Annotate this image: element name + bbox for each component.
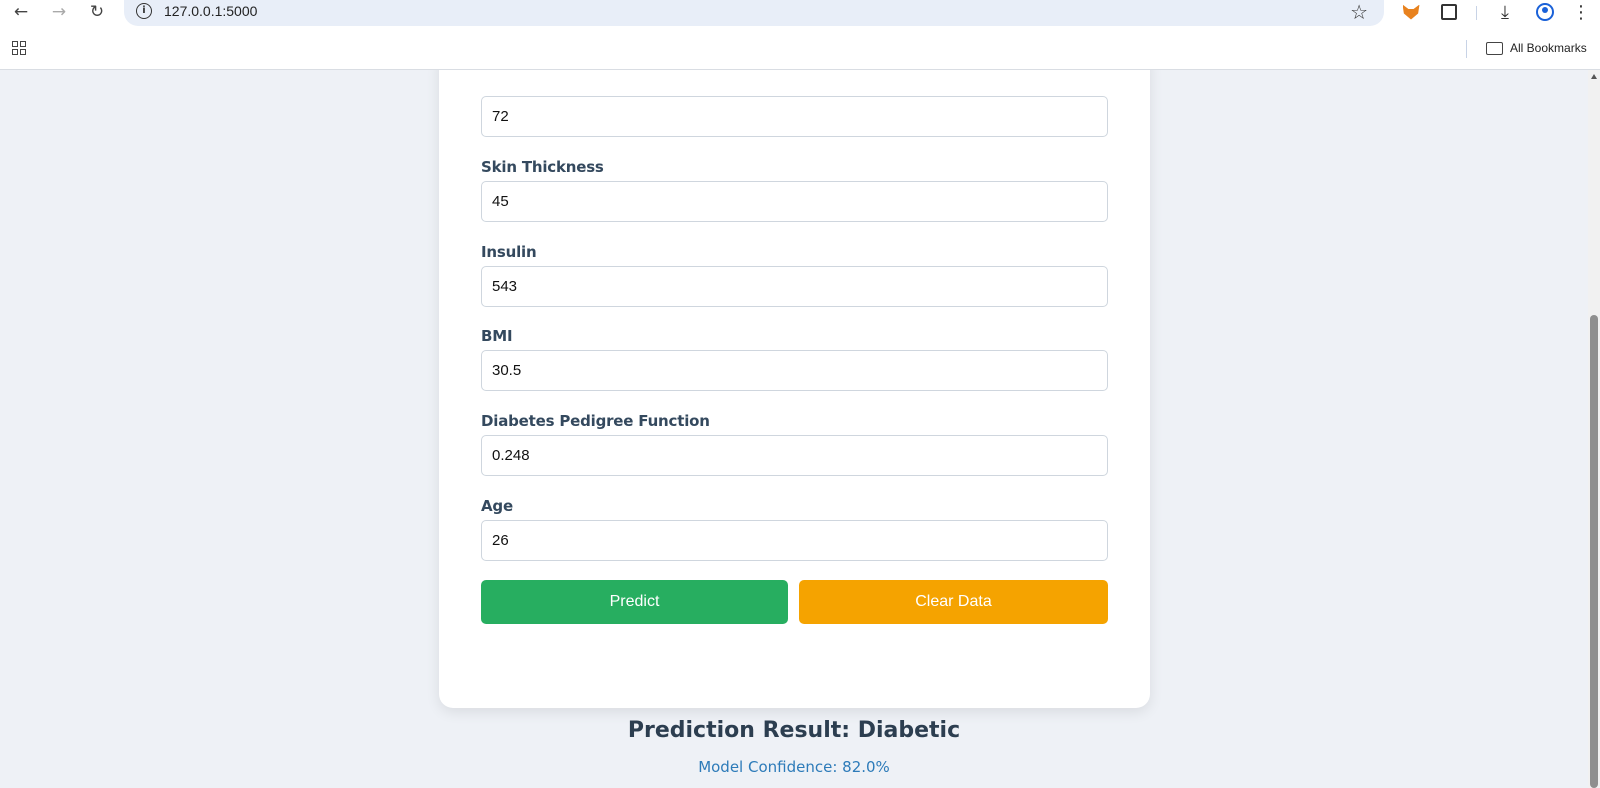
skin-thickness-input[interactable] xyxy=(481,181,1108,222)
prediction-form-card: Skin Thickness Insulin BMI Diabetes Pedi… xyxy=(439,70,1150,708)
all-bookmarks-link[interactable]: All Bookmarks xyxy=(1510,41,1587,55)
reload-icon[interactable]: ↻ xyxy=(84,0,110,24)
download-icon[interactable]: ⤓ xyxy=(1492,0,1518,24)
bmi-label: BMI xyxy=(481,327,513,345)
scrollbar-thumb[interactable] xyxy=(1590,315,1598,788)
bookmarks-bar: All Bookmarks xyxy=(0,26,1600,70)
diabetes-pedigree-label: Diabetes Pedigree Function xyxy=(481,412,710,430)
clear-data-button[interactable]: Clear Data xyxy=(799,580,1108,624)
folder-icon[interactable] xyxy=(1486,42,1503,55)
toolbar-divider xyxy=(1476,6,1477,20)
browser-toolbar: ← → ↻ i 127.0.0.1:5000 ☆ ⤓ ⋮ xyxy=(0,0,1600,26)
info-icon[interactable]: i xyxy=(136,3,152,19)
diabetes-pedigree-input[interactable] xyxy=(481,435,1108,476)
menu-icon[interactable]: ⋮ xyxy=(1568,0,1594,24)
page-scrollbar[interactable] xyxy=(1588,70,1600,788)
profile-icon[interactable] xyxy=(1532,0,1558,24)
url-text[interactable]: 127.0.0.1:5000 xyxy=(164,3,257,19)
address-bar[interactable]: i 127.0.0.1:5000 ☆ xyxy=(124,0,1384,26)
star-icon[interactable]: ☆ xyxy=(1350,0,1368,24)
blood-pressure-input[interactable] xyxy=(481,96,1108,137)
predict-button[interactable]: Predict xyxy=(481,580,788,624)
age-input[interactable] xyxy=(481,520,1108,561)
apps-icon[interactable] xyxy=(12,41,26,55)
age-label: Age xyxy=(481,497,513,515)
scroll-up-icon[interactable] xyxy=(1591,74,1597,79)
forward-icon[interactable]: → xyxy=(46,0,72,24)
model-confidence-text: Model Confidence: 82.0% xyxy=(698,758,890,776)
extensions-icon[interactable] xyxy=(1436,0,1462,24)
insulin-label: Insulin xyxy=(481,243,537,261)
prediction-result-title: Prediction Result: Diabetic xyxy=(627,718,961,743)
insulin-input[interactable] xyxy=(481,266,1108,307)
bookmarks-divider xyxy=(1466,40,1467,58)
back-icon[interactable]: ← xyxy=(8,0,34,24)
metamask-icon[interactable] xyxy=(1398,0,1424,24)
bmi-input[interactable] xyxy=(481,350,1108,391)
skin-thickness-label: Skin Thickness xyxy=(481,158,604,176)
page-viewport: Skin Thickness Insulin BMI Diabetes Pedi… xyxy=(0,70,1600,788)
